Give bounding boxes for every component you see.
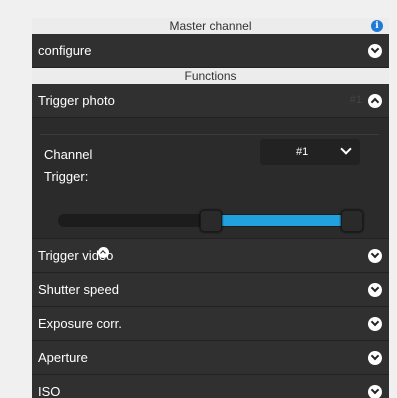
slider-handle-end[interactable] xyxy=(340,210,363,232)
chevron-down-icon xyxy=(340,143,352,155)
configure-label: configure xyxy=(38,43,92,58)
trigger-photo-label: Trigger photo xyxy=(38,93,115,108)
settings-panel: Master channel i configure Functions Tri… xyxy=(32,18,389,398)
aperture-row[interactable]: Aperture xyxy=(32,341,389,375)
channel-label: Channel xyxy=(44,147,93,162)
chevron-down-icon[interactable] xyxy=(368,317,382,331)
chevron-down-icon[interactable] xyxy=(368,249,382,263)
exposure-corr-label: Exposure corr. xyxy=(38,316,122,331)
chevron-up-icon[interactable] xyxy=(98,247,109,258)
functions-header: Functions xyxy=(32,68,389,84)
iso-row[interactable]: ISO xyxy=(32,375,389,398)
trigger-label: Trigger: xyxy=(44,169,89,184)
divider xyxy=(40,134,379,135)
channel-select-value: #1 xyxy=(296,146,309,158)
chevron-down-icon[interactable] xyxy=(368,351,382,365)
shutter-speed-label: Shutter speed xyxy=(38,282,119,297)
trigger-photo-row[interactable]: Trigger photo #1 xyxy=(32,84,389,118)
exposure-corr-row[interactable]: Exposure corr. xyxy=(32,307,389,341)
chevron-up-icon[interactable] xyxy=(368,94,382,108)
channel-tag: #1 xyxy=(349,94,362,106)
aperture-label: Aperture xyxy=(38,350,88,365)
master-channel-title: Master channel xyxy=(169,19,252,33)
chevron-down-icon[interactable] xyxy=(368,385,382,398)
info-icon[interactable]: i xyxy=(371,20,383,32)
configure-row[interactable]: configure xyxy=(32,34,389,68)
trigger-video-row[interactable]: Trigger video xyxy=(32,239,389,273)
slider-handle-start[interactable] xyxy=(200,210,222,232)
slider-fill xyxy=(210,215,347,226)
chevron-down-icon[interactable] xyxy=(368,283,382,297)
iso-label: ISO xyxy=(38,384,61,398)
functions-title: Functions xyxy=(184,69,237,83)
shutter-speed-row[interactable]: Shutter speed xyxy=(32,273,389,307)
channel-select[interactable]: #1 xyxy=(260,139,360,165)
master-channel-header: Master channel i xyxy=(32,18,389,34)
chevron-down-icon[interactable] xyxy=(368,44,382,58)
